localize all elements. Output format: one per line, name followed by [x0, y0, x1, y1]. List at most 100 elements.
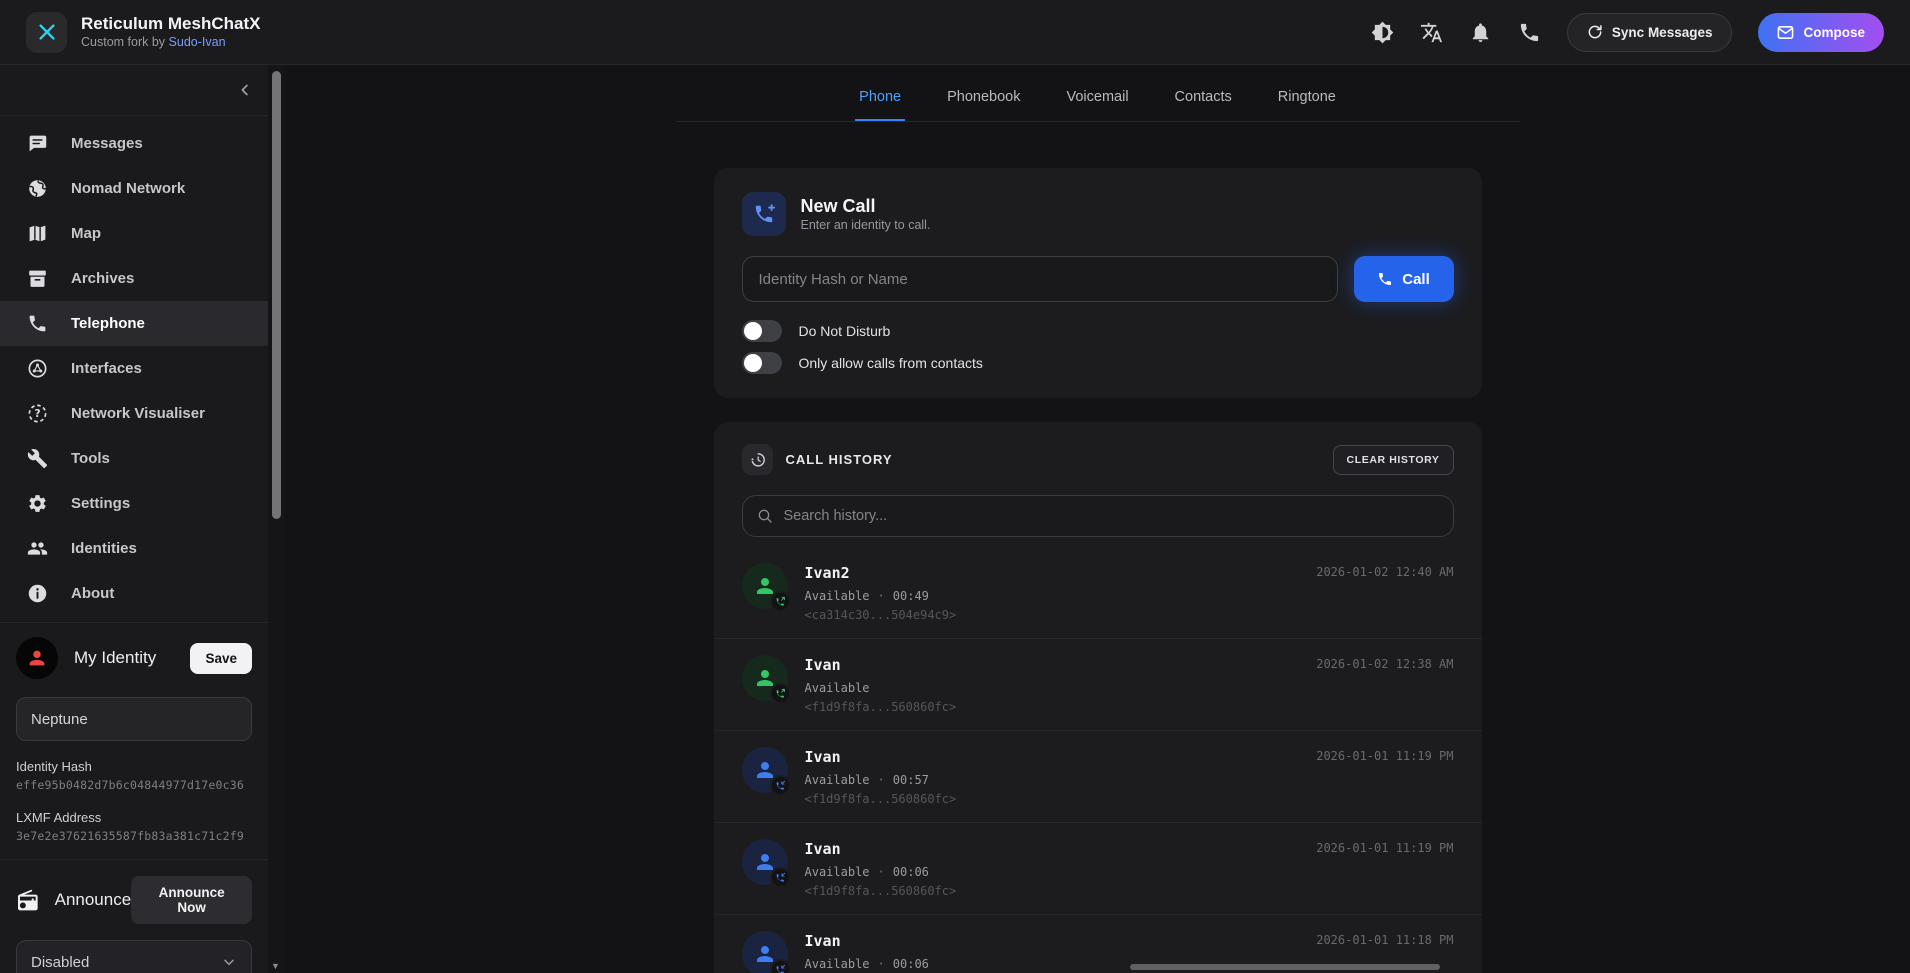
contact-avatar: [742, 931, 788, 973]
announce-mode-value: Disabled: [31, 954, 89, 971]
contact-hash: <f1d9f8fa...560860fc>: [805, 792, 957, 806]
call-direction-badge: [770, 867, 791, 888]
sidebar-item-label: Interfaces: [71, 360, 142, 377]
announce-now-button[interactable]: Announce Now: [131, 876, 252, 924]
app-logo[interactable]: [26, 12, 67, 53]
sidebar-scrollbar-thumb[interactable]: [272, 71, 281, 519]
sidebar-nav: Messages Nomad Network Map Archives: [0, 116, 268, 616]
entry-details: Ivan Available · 00:57 <f1d9f8fa...56086…: [805, 747, 957, 806]
telephone-tab[interactable]: Contacts: [1171, 85, 1236, 121]
history-icon: [749, 451, 766, 468]
entry-timestamp: 2026-01-01 11:19 PM: [1316, 749, 1453, 763]
phone-icon: [1377, 271, 1393, 287]
contact-avatar: [742, 563, 788, 609]
call-direction-badge: [770, 591, 791, 612]
lxmf-address-label: LXMF Address: [16, 810, 252, 825]
call-history-entry[interactable]: Ivan Available · <f1d9f8fa...560860fc> 2…: [714, 638, 1482, 730]
sidebar-nav-item[interactable]: Tools: [0, 436, 268, 481]
telephone-tab[interactable]: Ringtone: [1274, 85, 1340, 121]
identity-hash-value: effe95b0482d7b6c04844977d17e0c36: [16, 778, 252, 792]
toggle-switch[interactable]: [742, 352, 782, 374]
new-call-subtitle: Enter an identity to call.: [801, 217, 931, 233]
search-history-input[interactable]: [742, 495, 1454, 537]
sidebar-nav-item[interactable]: Nomad Network: [0, 166, 268, 211]
entry-details: Ivan2 Available · 00:49 <ca314c30...504e…: [805, 563, 957, 622]
status-separator-dot: ·: [878, 865, 885, 879]
collapse-sidebar-icon[interactable]: [236, 81, 254, 99]
call-button-label: Call: [1402, 271, 1430, 288]
sidebar-item-icon: [27, 403, 48, 424]
compose-button[interactable]: Compose: [1758, 13, 1884, 52]
sidebar-nav-item[interactable]: Network Visualiser: [0, 391, 268, 436]
call-history-entry[interactable]: Ivan Available · 00:06 <f1d9f8fa...56086…: [714, 822, 1482, 914]
telephone-tab[interactable]: Phone: [855, 85, 905, 121]
tab-label: Contacts: [1175, 89, 1232, 105]
contact-hash: <f1d9f8fa...560860fc>: [805, 884, 957, 898]
sidebar-nav-item[interactable]: Archives: [0, 256, 268, 301]
notifications-icon[interactable]: [1469, 21, 1492, 44]
telephone-tab[interactable]: Phonebook: [943, 85, 1024, 121]
call-direction-icon: [775, 964, 786, 973]
my-identity-title: My Identity: [74, 648, 156, 668]
save-button[interactable]: Save: [190, 643, 252, 674]
call-duration: 00:49: [893, 589, 929, 603]
contact-name: Ivan: [805, 655, 957, 675]
translate-icon[interactable]: [1420, 21, 1443, 44]
lxmf-address-block: LXMF Address 3e7e2e37621635587fb83a381c7…: [0, 792, 268, 843]
main-content: Phone Phonebook Voicemail Contacts Ringt…: [285, 65, 1910, 973]
entry-timestamp: 2026-01-02 12:38 AM: [1316, 657, 1453, 671]
phone-icon[interactable]: [1518, 21, 1541, 44]
call-history-title: CALL HISTORY: [786, 452, 893, 467]
subtitle-author-link[interactable]: Sudo-Ivan: [169, 35, 226, 49]
new-call-header: New Call Enter an identity to call.: [742, 192, 1454, 236]
history-search: [742, 495, 1454, 537]
sidebar: Messages Nomad Network Map Archives: [0, 65, 268, 973]
sync-messages-label: Sync Messages: [1612, 25, 1713, 40]
identity-name-input[interactable]: [16, 697, 252, 741]
toggle-switch[interactable]: [742, 320, 782, 342]
toggle-row: Only allow calls from contacts: [742, 350, 1454, 376]
sidebar-nav-item[interactable]: Settings: [0, 481, 268, 526]
toggle-row: Do Not Disturb: [742, 318, 1454, 344]
sidebar-nav-item[interactable]: Telephone: [0, 301, 268, 346]
call-direction-badge: [770, 959, 791, 973]
sidebar-nav-item[interactable]: Map: [0, 211, 268, 256]
call-history-entry[interactable]: Ivan2 Available · 00:49 <ca314c30...504e…: [714, 547, 1482, 638]
announce-mode-select[interactable]: Disabled: [16, 940, 252, 973]
sidebar-nav-item[interactable]: Interfaces: [0, 346, 268, 391]
call-history-list: Ivan2 Available · 00:49 <ca314c30...504e…: [714, 547, 1482, 973]
envelope-icon: [1777, 24, 1794, 41]
telephone-tab[interactable]: Voicemail: [1062, 85, 1132, 121]
title-block: Reticulum MeshChatX Custom fork by Sudo-…: [81, 14, 260, 50]
sidebar-scrollbar[interactable]: ▼: [268, 65, 285, 973]
sync-messages-button[interactable]: Sync Messages: [1567, 13, 1733, 52]
contact-status: Available: [805, 865, 870, 879]
header-actions: Sync Messages Compose: [1371, 13, 1884, 52]
sidebar-nav-item[interactable]: About: [0, 571, 268, 616]
sidebar-item-icon: [27, 538, 48, 559]
horizontal-scrollbar[interactable]: [1130, 964, 1440, 970]
contact-hash: <ca314c30...504e94c9>: [805, 608, 957, 622]
contact-avatar: [742, 839, 788, 885]
sidebar-nav-item[interactable]: Identities: [0, 526, 268, 571]
phone-plus-icon: [753, 203, 775, 225]
contact-hash: <f1d9f8fa...560860fc>: [805, 700, 957, 714]
clear-history-button[interactable]: CLEAR HISTORY: [1333, 445, 1454, 475]
my-identity-row: My Identity Save: [0, 623, 268, 691]
entry-status-row: Available · 00:57: [805, 773, 957, 787]
call-history-entry[interactable]: Ivan Available · 00:57 <f1d9f8fa...56086…: [714, 730, 1482, 822]
contact-name: Ivan: [805, 747, 957, 767]
scrollbar-down-arrow[interactable]: ▼: [271, 961, 280, 971]
contact-name: Ivan: [805, 839, 957, 859]
call-button[interactable]: Call: [1354, 256, 1454, 302]
identity-hash-or-name-input[interactable]: [742, 256, 1338, 302]
subtitle-prefix: Custom fork by: [81, 35, 165, 49]
call-direction-badge: [770, 775, 791, 796]
new-call-icon-box: [742, 192, 786, 236]
chevron-down-icon: [221, 954, 237, 970]
sidebar-nav-item[interactable]: Messages: [0, 121, 268, 166]
theme-icon[interactable]: [1371, 21, 1394, 44]
sidebar-item-label: Messages: [71, 135, 143, 152]
entry-details: Ivan Available · 00:06 <f1d9f8fa...56086…: [805, 839, 957, 898]
contact-avatar: [742, 655, 788, 701]
